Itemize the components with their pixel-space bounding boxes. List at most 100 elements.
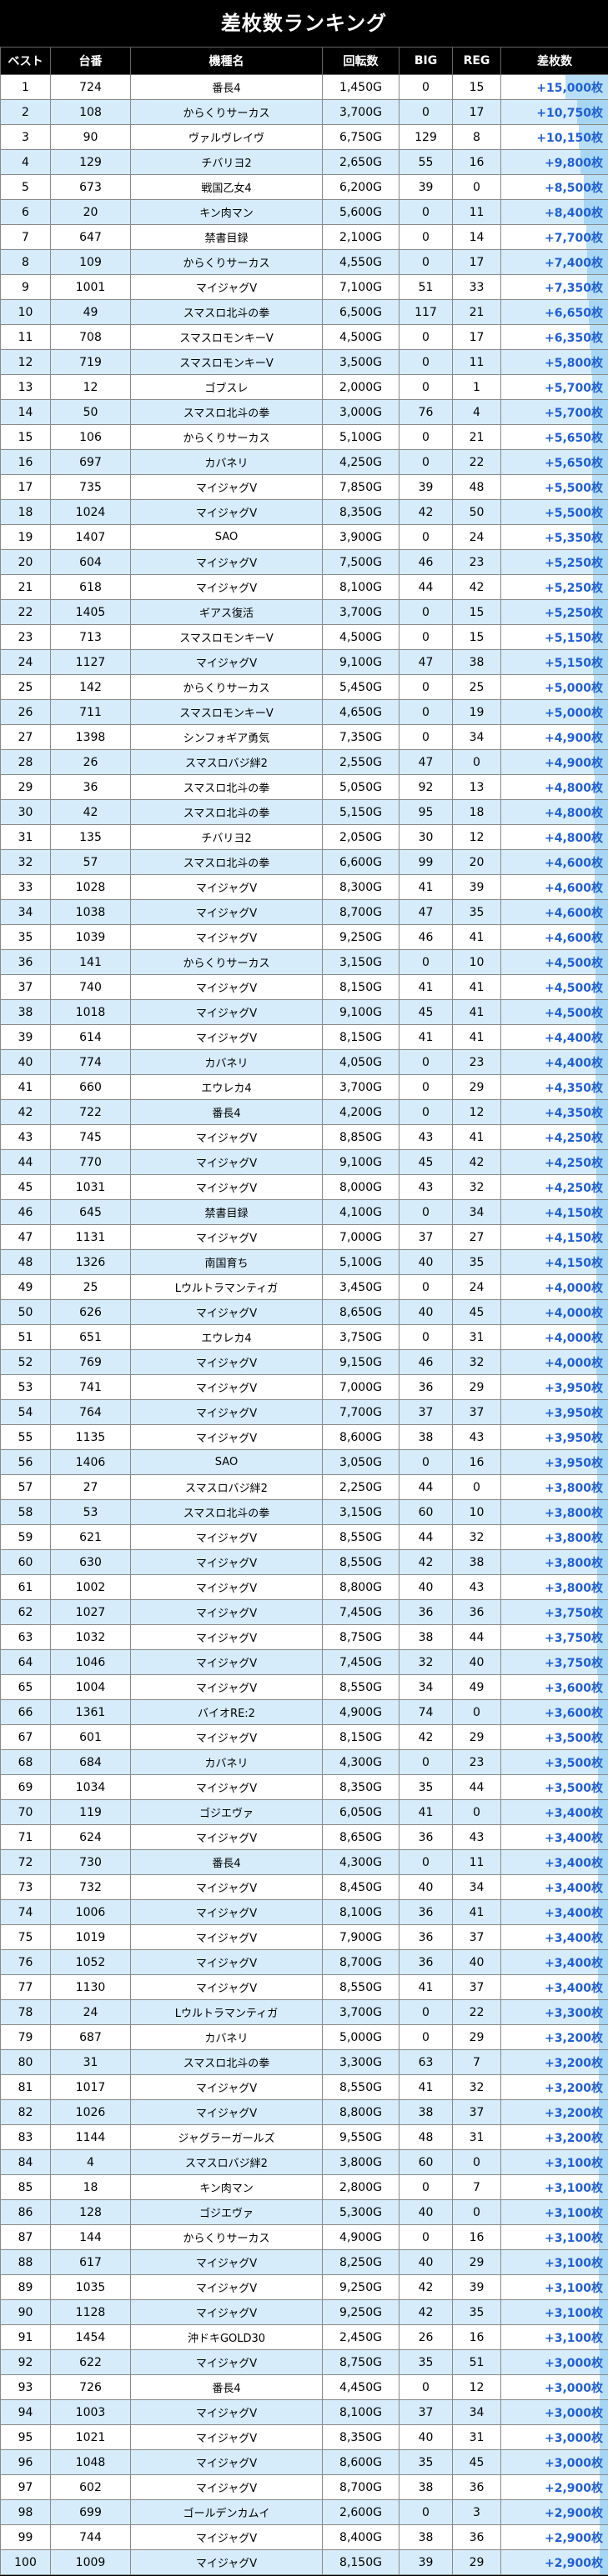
cell-spins: 8,400G — [322, 2524, 399, 2550]
cell-difference: +4,800枚 — [500, 799, 608, 825]
cell-machine-name: 番長4 — [130, 1849, 323, 1875]
cell-spins: 8,550G — [322, 1524, 399, 1550]
cell-big: 0 — [399, 674, 453, 700]
table-row: 77 1130 マイジャグV 8,550G 41 37 +3,400枚 — [0, 1974, 608, 2000]
cell-spins: 4,300G — [322, 1749, 399, 1775]
cell-machine-name: マイジャグV — [130, 1174, 323, 1200]
cell-reg: 37 — [452, 2099, 501, 2125]
difference-value: +4,000枚 — [544, 1331, 603, 1345]
table-row: 20 604 マイジャグV 7,500G 46 23 +5,250枚 — [0, 549, 608, 575]
cell-machine-number: 1144 — [50, 2124, 131, 2150]
cell-big: 37 — [399, 1224, 453, 1250]
cell-big: 0 — [399, 424, 453, 450]
cell-difference: +3,100枚 — [500, 2274, 608, 2300]
cell-difference: +4,600枚 — [500, 849, 608, 875]
cell-machine-name: マイジャグV — [130, 999, 323, 1025]
table-row: 73 732 マイジャグV 8,450G 40 34 +3,400枚 — [0, 1874, 608, 1900]
cell-spins: 6,750G — [322, 124, 399, 150]
cell-rank: 45 — [0, 1174, 51, 1200]
cell-rank: 10 — [0, 299, 51, 325]
cell-spins: 2,800G — [322, 2174, 399, 2200]
cell-reg: 51 — [452, 2349, 501, 2375]
cell-spins: 8,750G — [322, 2349, 399, 2375]
cell-reg: 24 — [452, 1274, 501, 1300]
table-row: 100 1009 マイジャグV 8,150G 39 29 +2,900枚 — [0, 2549, 608, 2575]
cell-difference: +4,800枚 — [500, 774, 608, 800]
table-row: 50 626 マイジャグV 8,650G 40 45 +4,000枚 — [0, 1299, 608, 1325]
cell-machine-name: 南国育ち — [130, 1249, 323, 1275]
cell-reg: 10 — [452, 1499, 501, 1525]
cell-difference: +3,400枚 — [500, 1974, 608, 2000]
cell-rank: 11 — [0, 324, 51, 350]
cell-spins: 4,200G — [322, 1099, 399, 1125]
cell-difference: +4,150枚 — [500, 1199, 608, 1225]
cell-spins: 3,750G — [322, 1324, 399, 1350]
cell-machine-name: マイジャグV — [130, 2449, 323, 2475]
table-row: 8 109 からくりサーカス 4,550G 0 17 +7,400枚 — [0, 249, 608, 275]
cell-big: 39 — [399, 2549, 453, 2575]
cell-machine-number: 624 — [50, 1824, 131, 1850]
cell-big: 35 — [399, 2349, 453, 2375]
table-row: 4 129 チバリヨ2 2,650G 55 16 +9,800枚 — [0, 149, 608, 175]
cell-big: 0 — [399, 599, 453, 625]
cell-machine-number: 1135 — [50, 1424, 131, 1450]
cell-reg: 32 — [452, 1349, 501, 1375]
cell-big: 0 — [399, 249, 453, 275]
cell-machine-name: マイジャグV — [130, 924, 323, 950]
cell-machine-number: 144 — [50, 2224, 131, 2250]
cell-machine-name: カバネリ — [130, 449, 323, 475]
difference-value: +2,900枚 — [544, 2506, 603, 2520]
cell-machine-name: マイジャグV — [130, 1624, 323, 1650]
cell-machine-number: 141 — [50, 949, 131, 975]
cell-machine-number: 1006 — [50, 1899, 131, 1925]
cell-difference: +5,350枚 — [500, 524, 608, 550]
cell-big: 40 — [399, 1574, 453, 1600]
cell-machine-number: 769 — [50, 1349, 131, 1375]
cell-rank: 39 — [0, 1024, 51, 1050]
cell-difference: +3,000枚 — [500, 2449, 608, 2475]
cell-reg: 50 — [452, 499, 501, 525]
cell-spins: 5,000G — [322, 2024, 399, 2050]
cell-rank: 53 — [0, 1374, 51, 1400]
difference-value: +5,500枚 — [544, 481, 603, 495]
table-row: 83 1144 ジャグラーガールズ 9,550G 48 31 +3,200枚 — [0, 2124, 608, 2150]
cell-spins: 8,100G — [322, 574, 399, 600]
cell-difference: +2,900枚 — [500, 2549, 608, 2575]
cell-reg: 40 — [452, 1949, 501, 1975]
cell-machine-name: からくりサーカス — [130, 674, 323, 700]
table-row: 82 1026 マイジャグV 8,800G 38 37 +3,200枚 — [0, 2099, 608, 2125]
cell-difference: +3,500枚 — [500, 1774, 608, 1800]
cell-machine-name: キン肉マン — [130, 2174, 323, 2200]
cell-machine-name: マイジャグV — [130, 1524, 323, 1550]
cell-machine-name: マイジャグV — [130, 574, 323, 600]
difference-value: +5,350枚 — [544, 531, 603, 545]
cell-machine-number: 1031 — [50, 1174, 131, 1200]
cell-big: 0 — [399, 1999, 453, 2025]
cell-machine-number: 647 — [50, 224, 131, 250]
cell-big: 0 — [399, 2224, 453, 2250]
cell-spins: 8,750G — [322, 1624, 399, 1650]
cell-machine-number: 651 — [50, 1324, 131, 1350]
cell-reg: 15 — [452, 624, 501, 650]
cell-difference: +3,200枚 — [500, 2124, 608, 2150]
cell-machine-name: マイジャグV — [130, 474, 323, 500]
cell-spins: 8,350G — [322, 2424, 399, 2450]
difference-value: +5,250枚 — [544, 556, 603, 570]
difference-value: +8,500枚 — [544, 181, 603, 195]
cell-machine-name: ゴジエヴァ — [130, 1799, 323, 1825]
cell-difference: +3,400枚 — [500, 1824, 608, 1850]
cell-reg: 42 — [452, 574, 501, 600]
cell-machine-name: マイジャグV — [130, 1924, 323, 1950]
cell-machine-name: マイジャグV — [130, 1949, 323, 1975]
cell-rank: 42 — [0, 1099, 51, 1125]
cell-big: 0 — [399, 349, 453, 375]
table-row: 76 1052 マイジャグV 8,700G 36 40 +3,400枚 — [0, 1949, 608, 1975]
difference-value: +4,800枚 — [544, 781, 603, 795]
cell-spins: 8,650G — [322, 1299, 399, 1325]
cell-difference: +4,500枚 — [500, 974, 608, 1000]
cell-big: 0 — [399, 1099, 453, 1125]
table-row: 79 687 カバネリ 5,000G 0 29 +3,200枚 — [0, 2024, 608, 2050]
header-big: BIG — [399, 47, 453, 75]
cell-spins: 3,500G — [322, 349, 399, 375]
cell-machine-number: 744 — [50, 2524, 131, 2550]
